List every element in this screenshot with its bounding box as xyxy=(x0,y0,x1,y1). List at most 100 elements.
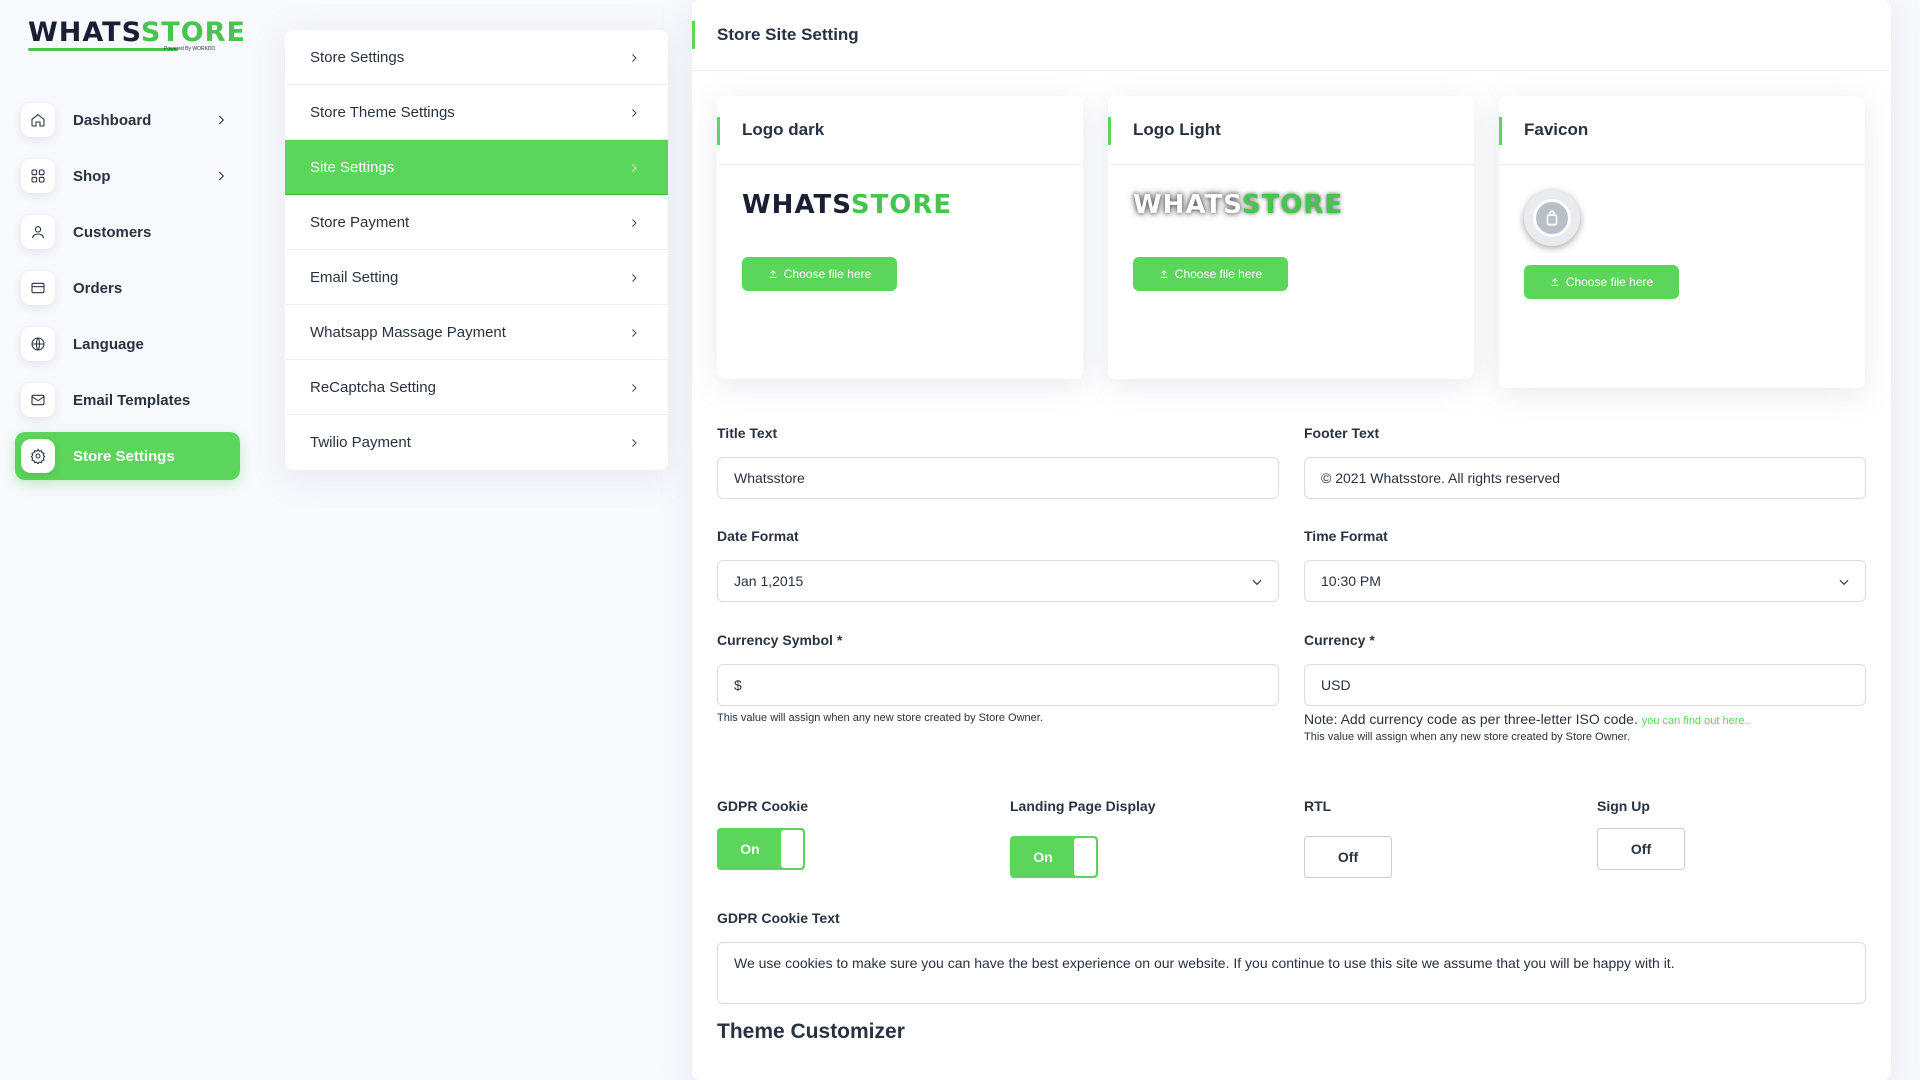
chevron-right-icon xyxy=(628,271,640,288)
mail-icon xyxy=(21,383,55,417)
gdpr-text-label: GDPR Cookie Text xyxy=(717,910,840,926)
logo-light-title: Logo Light xyxy=(1133,120,1221,139)
brand-tagline: Powered By WORKDO xyxy=(164,46,216,52)
currency-symbol-group: Currency Symbol * $ This value will assi… xyxy=(717,632,1279,724)
sidebar-item-label: Store Settings xyxy=(73,447,175,465)
sign-up-label: Sign Up xyxy=(1597,798,1650,814)
sign-up-toggle[interactable]: Off xyxy=(1597,828,1685,870)
landing-page-group: Landing Page Display On xyxy=(1010,798,1280,878)
chevron-right-icon xyxy=(628,326,640,343)
submenu-item-label: ReCaptcha Setting xyxy=(310,378,436,396)
sidebar-nav: Dashboard Shop Customers Orders Language… xyxy=(15,96,240,488)
logo-light-preview: WHATSSTORE xyxy=(1133,190,1344,220)
logo-dark-choose-file-button[interactable]: Choose file here xyxy=(742,257,897,291)
chevron-down-icon xyxy=(1837,575,1851,592)
time-format-label: Time Format xyxy=(1304,528,1388,544)
sidebar-item-label: Customers xyxy=(73,223,152,241)
sidebar-item-language[interactable]: Language xyxy=(15,320,240,368)
sidebar-item-label: Dashboard xyxy=(73,111,152,129)
sidebar-item-customers[interactable]: Customers xyxy=(15,208,240,256)
rtl-group: RTL Off xyxy=(1304,798,1574,878)
sidebar-item-shop[interactable]: Shop xyxy=(15,152,240,200)
chevron-right-icon xyxy=(628,436,640,453)
submenu-item-label: Store Settings xyxy=(310,48,405,66)
logo-light-choose-file-button[interactable]: Choose file here xyxy=(1133,257,1288,291)
title-text-label: Title Text xyxy=(717,425,778,441)
sidebar-item-store-settings[interactable]: Store Settings xyxy=(15,432,240,480)
currency-label: Currency * xyxy=(1304,632,1375,648)
grid-icon xyxy=(21,159,55,193)
sign-up-group: Sign Up Off xyxy=(1597,798,1867,870)
footer-text-group: Footer Text © 2021 Whatsstore. All right… xyxy=(1304,425,1866,499)
sidebar-item-email-templates[interactable]: Email Templates xyxy=(15,376,240,424)
iso-code-link[interactable]: you can find out here.. xyxy=(1642,715,1751,727)
settings-submenu: Store Settings Store Theme Settings Site… xyxy=(285,30,668,470)
submenu-item-store-theme-settings[interactable]: Store Theme Settings xyxy=(285,85,668,140)
footer-text-input[interactable]: © 2021 Whatsstore. All rights reserved xyxy=(1304,457,1866,499)
card-header: Store Site Setting xyxy=(692,0,1891,71)
time-format-select[interactable]: 10:30 PM xyxy=(1304,560,1866,602)
sidebar-item-orders[interactable]: Orders xyxy=(15,264,240,312)
page-title: Store Site Setting xyxy=(717,25,859,44)
submenu-item-email-setting[interactable]: Email Setting xyxy=(285,250,668,305)
submenu-item-label: Site Settings xyxy=(310,158,395,176)
favicon-choose-file-button[interactable]: Choose file here xyxy=(1524,265,1679,299)
currency-symbol-label: Currency Symbol * xyxy=(717,632,843,648)
rtl-toggle[interactable]: Off xyxy=(1304,836,1392,878)
logo-dark-card: Logo dark WHATSSTORE Choose file here xyxy=(717,96,1083,379)
logo-cards: Logo dark WHATSSTORE Choose file here Lo… xyxy=(717,96,1867,391)
gear-icon xyxy=(21,439,55,473)
home-icon xyxy=(21,103,55,137)
logo-dark-preview: WHATSSTORE xyxy=(742,190,953,220)
upload-icon xyxy=(1160,270,1168,278)
title-text-input[interactable]: Whatsstore xyxy=(717,457,1279,499)
gdpr-cookie-label: GDPR Cookie xyxy=(717,798,809,814)
submenu-item-store-settings[interactable]: Store Settings xyxy=(285,30,668,85)
gdpr-text-textarea[interactable]: We use cookies to make sure you can have… xyxy=(717,942,1866,1004)
chevron-right-icon xyxy=(628,381,640,398)
brand-logo[interactable]: WHATSSTORE Powered By WORKDO xyxy=(28,18,245,54)
submenu-item-store-payment[interactable]: Store Payment xyxy=(285,195,668,250)
chevron-right-icon xyxy=(214,169,228,183)
submenu-item-site-settings[interactable]: Site Settings xyxy=(285,140,668,195)
submenu-item-recaptcha-setting[interactable]: ReCaptcha Setting xyxy=(285,360,668,415)
chevron-right-icon xyxy=(628,216,640,233)
currency-help: This value will assign when any new stor… xyxy=(1304,731,1630,743)
chevron-right-icon xyxy=(628,106,640,123)
favicon-title: Favicon xyxy=(1524,120,1589,139)
footer-text-label: Footer Text xyxy=(1304,425,1380,441)
title-text-group: Title Text Whatsstore xyxy=(717,425,1279,499)
date-format-group: Date Format Jan 1,2015 xyxy=(717,528,1279,602)
upload-icon xyxy=(1551,278,1559,286)
sidebar-item-label: Language xyxy=(73,335,144,353)
site-settings-card: Store Site Setting Logo dark WHATSSTORE … xyxy=(692,0,1891,1080)
logo-dark-title: Logo dark xyxy=(742,120,825,139)
currency-symbol-input[interactable]: $ xyxy=(717,664,1279,706)
currency-input[interactable]: USD xyxy=(1304,664,1866,706)
currency-group: Currency * USD Note: Add currency code a… xyxy=(1304,632,1866,743)
submenu-item-whatsapp-payment[interactable]: Whatsapp Massage Payment xyxy=(285,305,668,360)
date-format-select[interactable]: Jan 1,2015 xyxy=(717,560,1279,602)
chevron-down-icon xyxy=(1250,575,1264,592)
sidebar-item-label: Shop xyxy=(73,167,111,185)
card-icon xyxy=(21,271,55,305)
favicon-preview xyxy=(1524,190,1580,246)
submenu-item-twilio-payment[interactable]: Twilio Payment xyxy=(285,415,668,470)
rtl-label: RTL xyxy=(1304,798,1332,814)
landing-page-toggle[interactable]: On xyxy=(1010,836,1098,878)
submenu-item-label: Store Payment xyxy=(310,213,410,231)
submenu-item-label: Store Theme Settings xyxy=(310,103,455,121)
sidebar-item-label: Orders xyxy=(73,279,123,297)
currency-symbol-help: This value will assign when any new stor… xyxy=(717,712,1043,724)
user-icon xyxy=(21,215,55,249)
upload-icon xyxy=(769,270,777,278)
logo-underline xyxy=(28,48,178,51)
gdpr-cookie-group: GDPR Cookie On xyxy=(717,798,987,870)
submenu-item-label: Twilio Payment xyxy=(310,434,411,451)
landing-page-label: Landing Page Display xyxy=(1010,798,1156,814)
sidebar-item-dashboard[interactable]: Dashboard xyxy=(15,96,240,144)
gdpr-cookie-toggle[interactable]: On xyxy=(717,828,805,870)
date-format-label: Date Format xyxy=(717,528,799,544)
currency-note: Note: Add currency code as per three-let… xyxy=(1304,711,1751,727)
logo-light-card: Logo Light WHATSSTORE Choose file here xyxy=(1108,96,1474,379)
